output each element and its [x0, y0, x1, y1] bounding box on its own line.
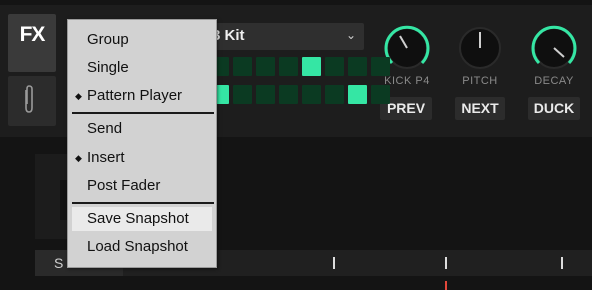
menu-separator	[72, 202, 214, 204]
pattern-row2-step[interactable]	[348, 85, 367, 104]
timeline-tick	[561, 257, 563, 269]
pattern-row1-step[interactable]	[279, 57, 298, 76]
menu-item-load-snapshot[interactable]: Load Snapshot	[68, 235, 216, 259]
slot-label: S	[54, 255, 64, 271]
selected-marker-icon: ◆	[75, 91, 82, 101]
pattern-row1-step[interactable]	[325, 57, 344, 76]
chevron-down-icon: ⌄	[346, 28, 357, 42]
pattern-row1-step[interactable]	[371, 57, 390, 76]
timeline-tick	[445, 257, 447, 269]
menu-item-save-snapshot[interactable]: Save Snapshot	[72, 207, 212, 231]
pattern-row2-step[interactable]	[279, 85, 298, 104]
pattern-row2-step[interactable]	[325, 85, 344, 104]
menu-item-insert[interactable]: ◆ Insert	[68, 146, 216, 170]
fx-panel: FX 3 Kit ⌄ KICK P4 PREV PITCH NEXT DECAY…	[0, 0, 592, 290]
fx-tab-label: FX	[19, 23, 46, 46]
menu-item-group[interactable]: Group	[68, 28, 216, 52]
timeline-tick	[333, 257, 335, 269]
routing-menu: Group Single ◆ Pattern Player Send ◆ Inser…	[67, 19, 217, 268]
pattern-row1-step[interactable]	[348, 57, 367, 76]
selected-marker-icon: ◆	[75, 153, 82, 163]
playhead-marker	[445, 281, 447, 290]
menu-item-single[interactable]: Single	[68, 56, 216, 80]
duck-button[interactable]: DUCK	[528, 97, 580, 120]
decay-knob[interactable]	[528, 22, 580, 74]
pattern-row2-step[interactable]	[371, 85, 390, 104]
menu-separator	[72, 112, 214, 114]
pattern-row2-step[interactable]	[302, 85, 321, 104]
next-button[interactable]: NEXT	[455, 97, 505, 120]
knob-label-decay: DECAY	[534, 75, 574, 87]
pattern-row1-step[interactable]	[302, 57, 321, 76]
menu-item-pattern-player[interactable]: ◆ Pattern Player	[68, 84, 216, 108]
pattern-row2-step[interactable]	[233, 85, 252, 104]
knob-label-pitch: PITCH	[462, 75, 498, 87]
pattern-row1-step[interactable]	[233, 57, 252, 76]
paperclip-icon	[25, 85, 33, 113]
pattern-row2-step[interactable]	[256, 85, 275, 104]
menu-item-send[interactable]: Send	[68, 117, 216, 141]
menu-item-post-fader[interactable]: Post Fader	[68, 174, 216, 198]
pattern-row1-step[interactable]	[256, 57, 275, 76]
pitch-knob[interactable]	[454, 22, 506, 74]
